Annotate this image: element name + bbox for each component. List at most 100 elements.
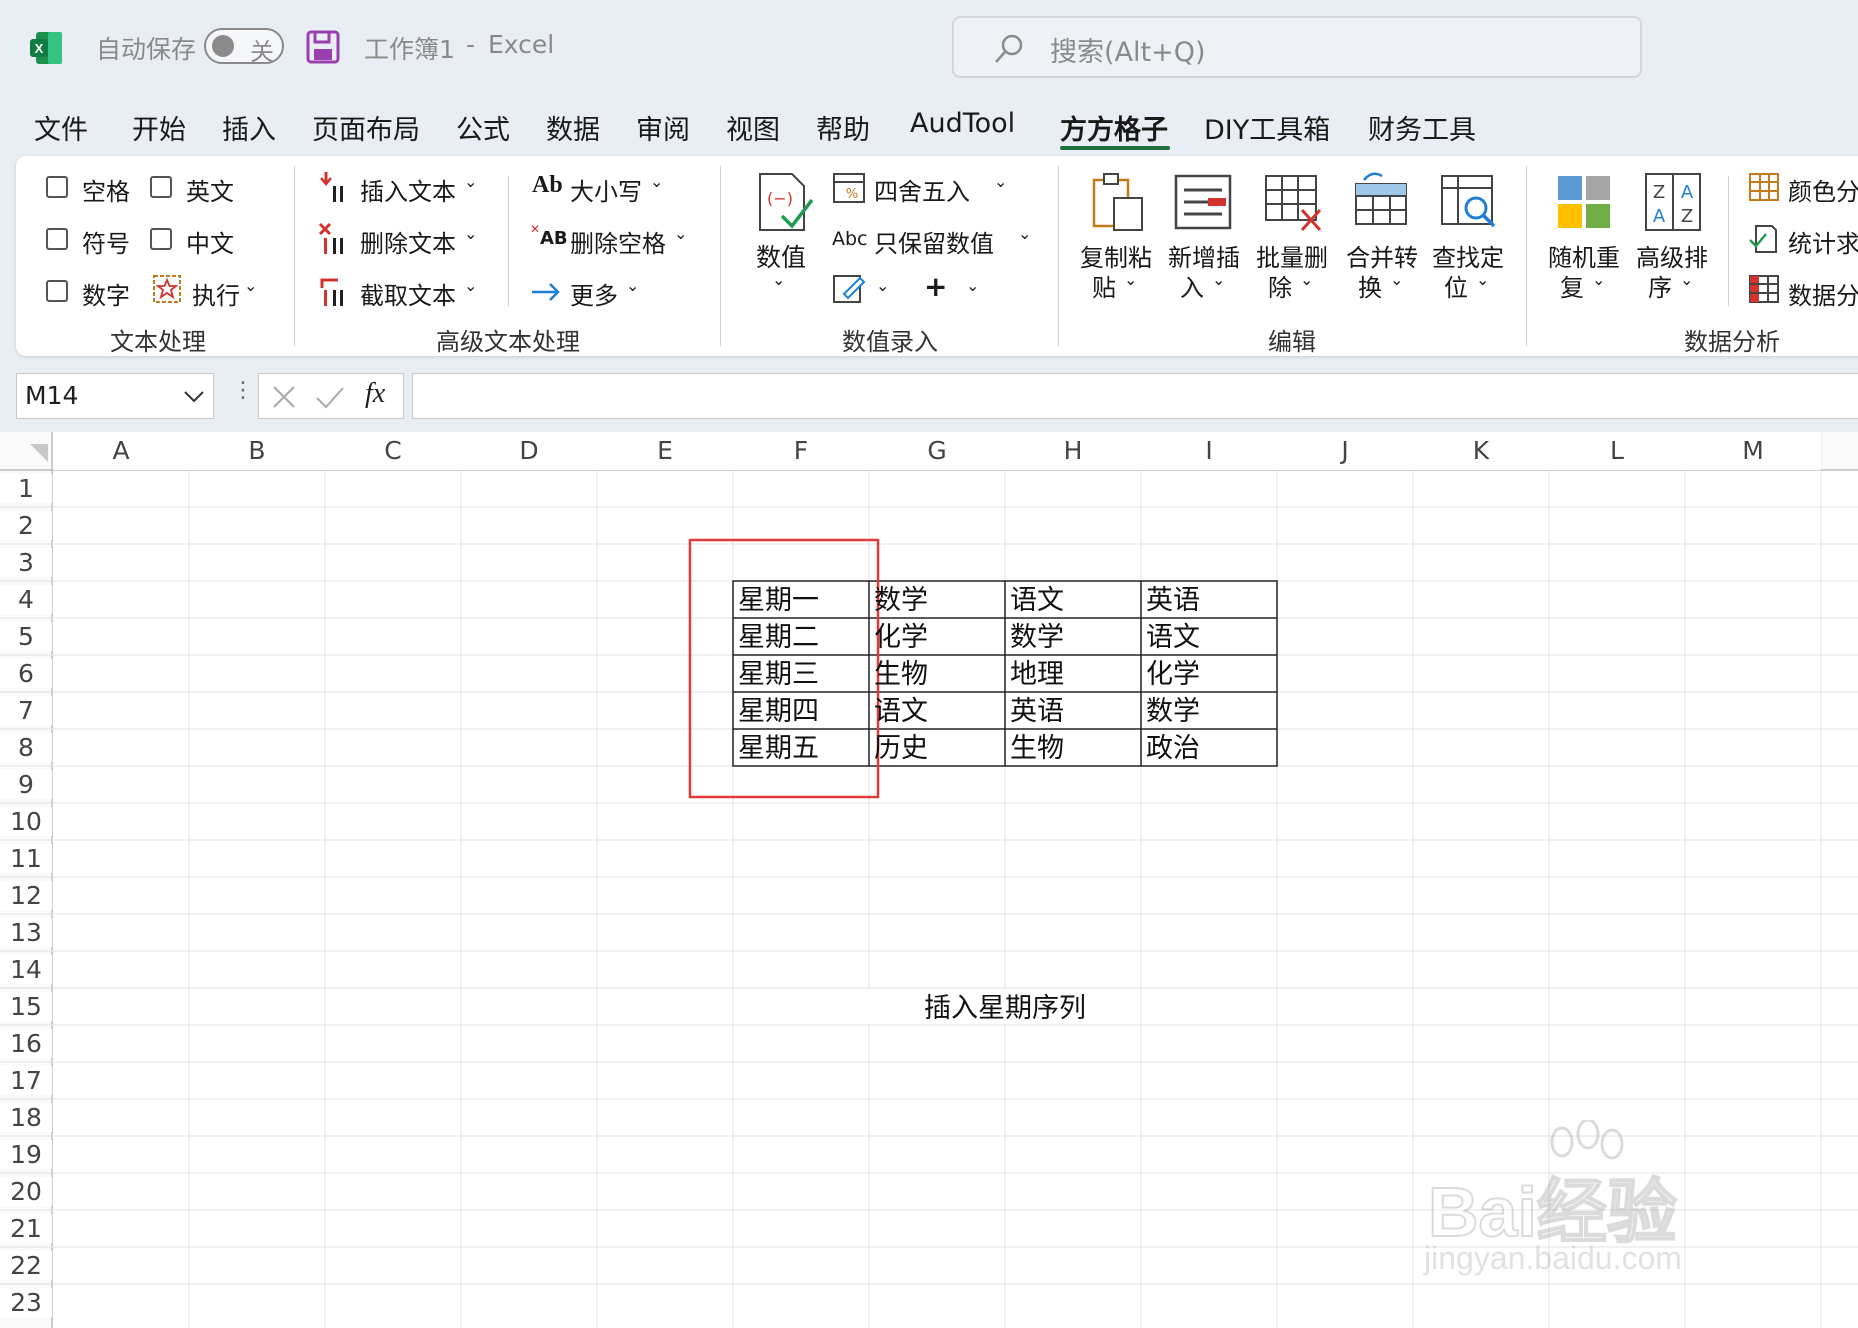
- row-header[interactable]: 12: [0, 881, 52, 910]
- merge-convert-button[interactable]: 合并转: [1346, 238, 1418, 273]
- advanced-sort-button[interactable]: 高级排: [1636, 238, 1708, 273]
- menu-home[interactable]: 开始: [132, 108, 186, 147]
- row-header[interactable]: 5: [0, 622, 52, 651]
- column-header-k[interactable]: K: [1413, 432, 1549, 470]
- data-split-button[interactable]: 数据分: [1788, 276, 1858, 311]
- menu-review[interactable]: 审阅: [636, 108, 690, 147]
- column-header-e[interactable]: E: [597, 432, 733, 470]
- menu-fangfanggezi[interactable]: 方方格子: [1060, 108, 1168, 147]
- chevron-down-icon[interactable]: [183, 386, 205, 406]
- row-header[interactable]: 3: [0, 548, 52, 577]
- delete-spaces-dropdown-icon[interactable]: ⌄: [674, 224, 687, 243]
- menu-file[interactable]: 文件: [34, 108, 88, 147]
- row-header[interactable]: 7: [0, 696, 52, 725]
- numeric-button[interactable]: 数值: [756, 238, 806, 274]
- row-header[interactable]: 16: [0, 1029, 52, 1058]
- insert-new-button[interactable]: 新增插: [1168, 238, 1240, 273]
- batch-delete-button[interactable]: 批量删: [1256, 238, 1328, 273]
- round-dropdown-icon[interactable]: ⌄: [994, 172, 1007, 191]
- table-cell[interactable]: 数学: [1146, 693, 1200, 730]
- table-cell[interactable]: 历史: [874, 730, 928, 767]
- row-header[interactable]: 23: [0, 1288, 52, 1317]
- column-header-g[interactable]: G: [869, 432, 1005, 470]
- table-cell[interactable]: 星期二: [738, 619, 819, 656]
- keep-numbers-dropdown-icon[interactable]: ⌄: [1018, 224, 1031, 243]
- formula-input[interactable]: [412, 373, 1858, 419]
- formula-bar-grip-icon[interactable]: ⋮: [232, 378, 254, 403]
- menu-audtool[interactable]: AudTool: [910, 108, 1015, 139]
- random-repeat-button-line2[interactable]: 复: [1560, 268, 1584, 303]
- more-dropdown-icon[interactable]: ⌄: [626, 276, 639, 295]
- table-cell[interactable]: 星期五: [738, 730, 819, 767]
- copy-paste-button[interactable]: 复制粘: [1080, 238, 1152, 273]
- save-icon[interactable]: [306, 30, 340, 64]
- random-repeat-button[interactable]: 随机重: [1548, 238, 1620, 273]
- find-locate-dropdown-icon[interactable]: ⌄: [1476, 270, 1489, 289]
- more-button[interactable]: 更多: [570, 276, 618, 311]
- table-cell[interactable]: 星期三: [738, 656, 819, 693]
- row-header[interactable]: 20: [0, 1177, 52, 1206]
- table-cell[interactable]: 语文: [1010, 582, 1064, 619]
- execute-dropdown-icon[interactable]: ⌄: [244, 276, 257, 295]
- delete-text-button[interactable]: 删除文本: [360, 224, 456, 259]
- round-button[interactable]: 四舍五入: [874, 172, 970, 207]
- table-cell[interactable]: 星期四: [738, 693, 819, 730]
- row-header[interactable]: 2: [0, 511, 52, 540]
- extract-text-dropdown-icon[interactable]: ⌄: [464, 276, 477, 295]
- merge-convert-dropdown-icon[interactable]: ⌄: [1390, 270, 1403, 289]
- row-header[interactable]: 18: [0, 1103, 52, 1132]
- table-cell[interactable]: 英语: [1010, 693, 1064, 730]
- caption-cell[interactable]: 插入星期序列: [733, 990, 1277, 1027]
- search-box[interactable]: 搜索(Alt+Q): [952, 16, 1642, 78]
- batch-delete-button-line2[interactable]: 除: [1268, 268, 1292, 303]
- column-header-d[interactable]: D: [461, 432, 597, 470]
- random-repeat-dropdown-icon[interactable]: ⌄: [1592, 270, 1605, 289]
- row-header[interactable]: 1: [0, 474, 52, 503]
- column-header-b[interactable]: B: [189, 432, 325, 470]
- case-button[interactable]: 大小写: [570, 172, 642, 207]
- name-box[interactable]: M14: [16, 373, 214, 419]
- menu-finance-tools[interactable]: 财务工具: [1368, 108, 1476, 147]
- table-cell[interactable]: 化学: [874, 619, 928, 656]
- find-locate-button-line2[interactable]: 位: [1444, 268, 1468, 303]
- delete-spaces-button[interactable]: 删除空格: [570, 224, 666, 259]
- insert-text-dropdown-icon[interactable]: ⌄: [464, 172, 477, 191]
- symbol-checkbox[interactable]: [46, 228, 68, 250]
- menu-view[interactable]: 视图: [726, 108, 780, 147]
- insert-new-button-line2[interactable]: 入: [1180, 268, 1204, 303]
- row-header[interactable]: 19: [0, 1140, 52, 1169]
- table-cell[interactable]: 生物: [874, 656, 928, 693]
- english-checkbox[interactable]: [150, 176, 172, 198]
- row-header[interactable]: 13: [0, 918, 52, 947]
- keep-numbers-button[interactable]: 只保留数值: [874, 224, 994, 259]
- menu-diy-toolbox[interactable]: DIY工具箱: [1204, 108, 1330, 147]
- column-header-l[interactable]: L: [1549, 432, 1685, 470]
- column-header-i[interactable]: I: [1141, 432, 1277, 470]
- execute-button[interactable]: 执行: [192, 276, 240, 311]
- insert-new-dropdown-icon[interactable]: ⌄: [1212, 270, 1225, 289]
- numeric-dropdown-icon[interactable]: ⌄: [772, 270, 785, 289]
- table-cell[interactable]: 数学: [1010, 619, 1064, 656]
- row-header[interactable]: 21: [0, 1214, 52, 1243]
- edit-entry-dropdown-icon[interactable]: ⌄: [876, 276, 889, 295]
- enter-check-icon[interactable]: [315, 384, 345, 410]
- advanced-sort-dropdown-icon[interactable]: ⌄: [1680, 270, 1693, 289]
- cancel-icon[interactable]: [271, 384, 297, 410]
- table-cell[interactable]: 语文: [874, 693, 928, 730]
- row-header[interactable]: 4: [0, 585, 52, 614]
- menu-help[interactable]: 帮助: [816, 108, 870, 147]
- autosave-toggle[interactable]: 关: [204, 28, 284, 66]
- table-cell[interactable]: 化学: [1146, 656, 1200, 693]
- copy-paste-button-line2[interactable]: 贴: [1092, 268, 1116, 303]
- insert-text-button[interactable]: 插入文本: [360, 172, 456, 207]
- delete-text-dropdown-icon[interactable]: ⌄: [464, 224, 477, 243]
- case-dropdown-icon[interactable]: ⌄: [650, 172, 663, 191]
- menu-formulas[interactable]: 公式: [456, 108, 510, 147]
- menu-page-layout[interactable]: 页面布局: [312, 108, 420, 147]
- chinese-checkbox[interactable]: [150, 228, 172, 250]
- row-header[interactable]: 11: [0, 844, 52, 873]
- column-header-j[interactable]: J: [1277, 432, 1413, 470]
- row-header[interactable]: 22: [0, 1251, 52, 1280]
- table-cell[interactable]: 政治: [1146, 730, 1200, 767]
- plus-dropdown-icon[interactable]: ⌄: [966, 276, 979, 295]
